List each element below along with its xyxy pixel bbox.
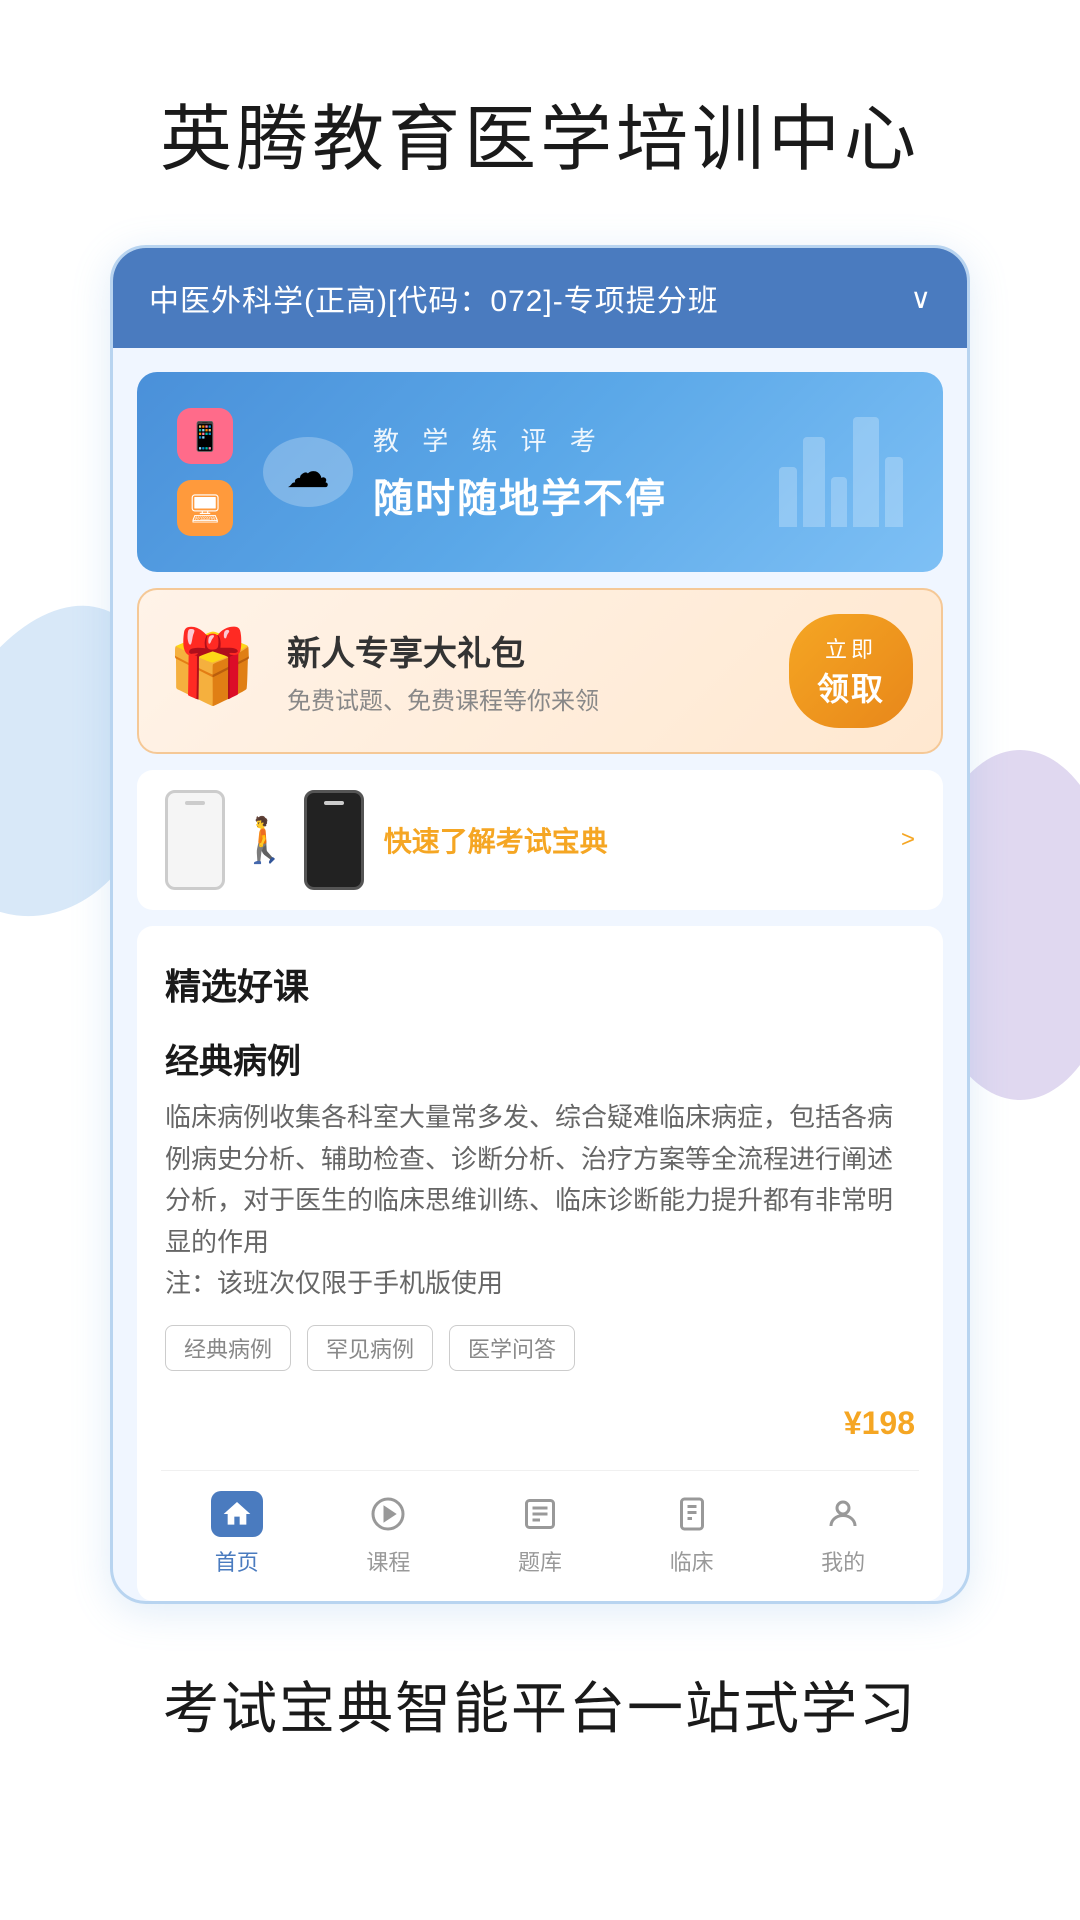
banner-left: 📱 🖥 ☁ 教 学 练 评 考 随时随地学不停	[177, 408, 779, 536]
gift-button-line2: 领取	[817, 664, 885, 710]
nav-item-课程[interactable]: 课程	[342, 1491, 434, 1577]
phone-mock-2	[304, 790, 364, 890]
banner-text: 教 学 练 评 考 随时随地学不停	[373, 421, 779, 524]
nav-icon-首页	[211, 1491, 263, 1537]
banner-subtitle: 教 学 练 评 考	[373, 421, 779, 458]
nav-icon-我的	[817, 1491, 869, 1537]
banner-buildings	[779, 417, 903, 527]
course-tag: 经典病例	[165, 1325, 291, 1371]
quick-link-text: 快速了解考试宝典	[384, 820, 881, 860]
card-content: 精选好课 经典病例 临床病例收集各科室大量常多发、综合疑难临床病症，包括各病例病…	[137, 926, 943, 1470]
banner-icon-phone: 📱	[177, 408, 233, 464]
nav-icon-临床	[666, 1491, 718, 1537]
nav-item-临床[interactable]: 临床	[646, 1491, 738, 1577]
course-item-desc: 临床病例收集各科室大量常多发、综合疑难临床病症，包括各病例病史分析、辅助检查、诊…	[165, 1097, 915, 1305]
price-value: 198	[862, 1405, 915, 1441]
price-symbol: ¥	[844, 1405, 862, 1441]
gift-box-image: 🎁	[167, 631, 267, 711]
banner-title: 随时随地学不停	[373, 466, 779, 524]
gift-subtitle: 免费试题、免费课程等你来领	[287, 681, 769, 716]
bottom-nav-wrapper: 首页 课程 题库 临床 我的	[137, 1470, 943, 1601]
nav-label-题库: 题库	[518, 1545, 562, 1577]
course-item-title: 经典病例	[165, 1034, 915, 1083]
gift-claim-button[interactable]: 立即 领取	[789, 614, 913, 728]
course-tags: 经典病例罕见病例医学问答	[165, 1325, 915, 1371]
app-title: 英腾教育医学培训中心	[0, 0, 1080, 245]
person-walking-icon: 🚶	[237, 814, 292, 866]
phone-card: 中医外科学(正高)[代码：072]-专项提分班 ∨ 📱 🖥 ☁ 教 学 练 评 …	[110, 245, 970, 1604]
bottom-nav: 首页 课程 题库 临床 我的	[161, 1470, 919, 1601]
gift-button-line1: 立即	[817, 632, 885, 664]
nav-label-我的: 我的	[821, 1545, 865, 1577]
chevron-down-icon: ∨	[911, 282, 932, 315]
course-tag: 罕见病例	[307, 1325, 433, 1371]
banner-icon-monitor: 🖥	[177, 480, 233, 536]
phone-mock-1	[165, 790, 225, 890]
nav-item-题库[interactable]: 题库	[494, 1491, 586, 1577]
quick-link-arrow-icon: >	[901, 826, 915, 854]
section-title: 精选好课	[165, 958, 915, 1010]
course-selector-text: 中医外科学(正高)[代码：072]-专项提分班	[149, 276, 719, 320]
gift-text: 新人专享大礼包 免费试题、免费课程等你来领	[287, 626, 769, 716]
cloud-icon: ☁	[263, 437, 353, 507]
nav-label-课程: 课程	[366, 1545, 410, 1577]
gift-title: 新人专享大礼包	[287, 626, 769, 675]
promo-banner: 📱 🖥 ☁ 教 学 练 评 考 随时随地学不停	[137, 372, 943, 572]
nav-item-首页[interactable]: 首页	[191, 1491, 283, 1577]
nav-icon-题库	[514, 1491, 566, 1537]
nav-icon-课程	[362, 1491, 414, 1537]
course-tag: 医学问答	[449, 1325, 575, 1371]
course-price: ¥198	[165, 1391, 915, 1446]
nav-label-临床: 临床	[670, 1545, 714, 1577]
course-selector[interactable]: 中医外科学(正高)[代码：072]-专项提分班 ∨	[113, 248, 967, 348]
footer-title: 考试宝典智能平台一站式学习	[0, 1604, 1080, 1805]
quick-link-banner[interactable]: 🚶 快速了解考试宝典 >	[137, 770, 943, 910]
phone-mockups: 🚶	[165, 790, 364, 890]
nav-label-首页: 首页	[215, 1545, 259, 1577]
nav-item-我的[interactable]: 我的	[797, 1491, 889, 1577]
gift-box-banner[interactable]: 🎁 新人专享大礼包 免费试题、免费课程等你来领 立即 领取	[137, 588, 943, 754]
